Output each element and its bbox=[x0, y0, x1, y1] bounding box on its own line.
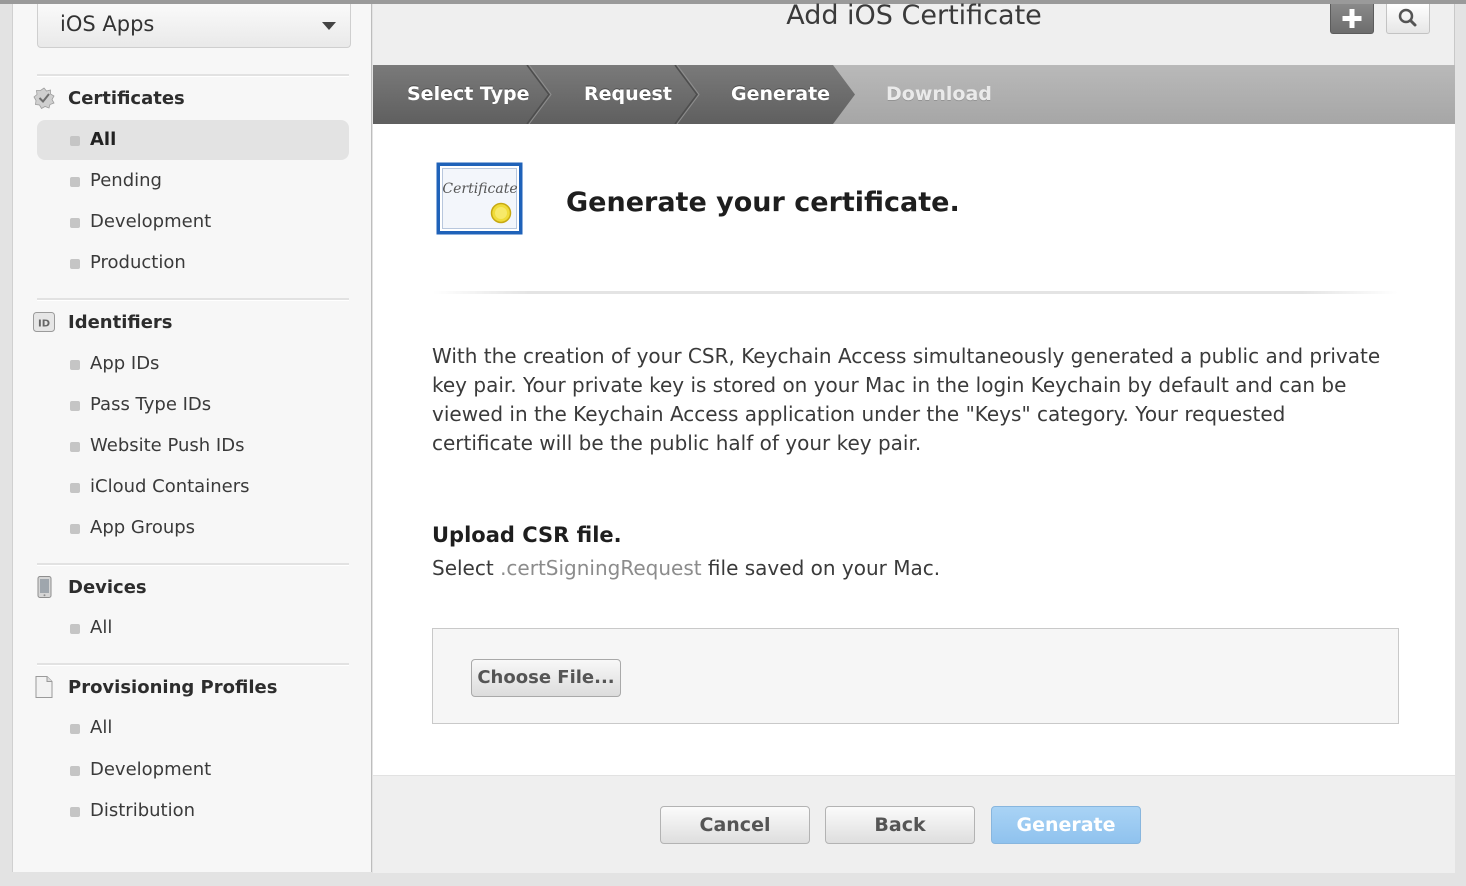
sidebar-item-label: Development bbox=[90, 759, 212, 780]
search-icon bbox=[1398, 8, 1417, 27]
content-panel: Certificate Generate your certificate. W… bbox=[373, 124, 1455, 775]
sidebar-item-certificates-all[interactable]: All bbox=[37, 120, 349, 160]
step-select-type: Select Type bbox=[407, 83, 530, 105]
chevron-down-icon bbox=[322, 22, 336, 30]
file-extension: .certSigningRequest bbox=[500, 556, 702, 580]
upload-heading: Upload CSR file. bbox=[432, 523, 622, 547]
bullet-icon bbox=[70, 360, 80, 370]
sidebar-item-profiles-distribution[interactable]: Distribution bbox=[37, 791, 349, 831]
bullet-icon bbox=[70, 177, 80, 187]
sidebar-item-certificates-development[interactable]: Development bbox=[37, 202, 349, 242]
sidebar-item-label: All bbox=[90, 129, 117, 150]
sidebar-divider bbox=[37, 563, 349, 566]
sidebar-item-website-push-ids[interactable]: Website Push IDs bbox=[37, 426, 349, 466]
bullet-icon bbox=[70, 807, 80, 817]
generate-heading: Generate your certificate. bbox=[566, 187, 960, 218]
sidebar-divider bbox=[37, 298, 349, 301]
document-icon bbox=[35, 676, 53, 698]
sidebar-item-label: Pass Type IDs bbox=[90, 394, 212, 415]
step-request: Request bbox=[584, 83, 672, 105]
plus-icon bbox=[1342, 9, 1362, 28]
sidebar-item-certificates-pending[interactable]: Pending bbox=[37, 161, 349, 201]
upload-sub-suffix: file saved on your Mac. bbox=[701, 556, 941, 580]
sidebar-item-label: Website Push IDs bbox=[90, 435, 245, 456]
upload-sub-prefix: Select bbox=[432, 556, 501, 580]
sidebar-item-label: App Groups bbox=[90, 517, 196, 538]
sidebar-item-devices-all[interactable]: All bbox=[37, 608, 349, 648]
bullet-icon bbox=[70, 524, 80, 534]
generate-button[interactable]: Generate bbox=[991, 806, 1141, 844]
sidebar-item-pass-type-ids[interactable]: Pass Type IDs bbox=[37, 385, 349, 425]
sidebar-item-label: iCloud Containers bbox=[90, 476, 250, 497]
sidebar-item-icloud-containers[interactable]: iCloud Containers bbox=[37, 467, 349, 507]
page-title: Add iOS Certificate bbox=[786, 0, 1042, 31]
sidebar-divider bbox=[37, 663, 349, 666]
app-type-label: iOS Apps bbox=[60, 12, 155, 36]
sidebar-item-profiles-development[interactable]: Development bbox=[37, 750, 349, 790]
bullet-icon bbox=[70, 483, 80, 493]
sidebar-item-app-groups[interactable]: App Groups bbox=[37, 508, 349, 548]
choose-file-button[interactable]: Choose File... bbox=[471, 659, 621, 697]
svg-text:Certificate: Certificate bbox=[442, 181, 517, 197]
explanation-line: key pair. Your private key is stored on … bbox=[432, 373, 1347, 397]
certificate-icon: Certificate bbox=[436, 162, 523, 235]
cancel-button[interactable]: Cancel bbox=[660, 806, 810, 844]
bullet-icon bbox=[70, 136, 80, 146]
bullet-icon bbox=[70, 766, 80, 776]
step-generate: Generate bbox=[731, 83, 831, 105]
footer-actions: Cancel Back Generate bbox=[373, 775, 1455, 873]
sidebar-item-profiles-all[interactable]: All bbox=[37, 708, 349, 748]
sidebar-item-label: Development bbox=[90, 211, 212, 232]
upload-instructions: Select .certSigningRequest file saved on… bbox=[432, 556, 940, 580]
bullet-icon bbox=[70, 724, 80, 734]
sidebar-divider bbox=[37, 74, 349, 77]
sidebar-item-label: All bbox=[90, 717, 113, 738]
sidebar-item-label: Pending bbox=[90, 170, 162, 191]
sidebar-item-label: Production bbox=[90, 252, 186, 273]
sidebar-item-app-ids[interactable]: App IDs bbox=[37, 344, 349, 384]
section-devices-title: Devices bbox=[68, 577, 147, 598]
device-phone-icon bbox=[37, 576, 52, 598]
file-upload-area: Choose File... bbox=[432, 628, 1399, 724]
bullet-icon bbox=[70, 259, 80, 269]
sidebar: iOS Apps Certificates All Pending Develo… bbox=[12, 4, 372, 872]
sidebar-item-certificates-production[interactable]: Production bbox=[37, 243, 349, 283]
app-type-dropdown[interactable]: iOS Apps bbox=[37, 4, 351, 48]
bullet-icon bbox=[70, 442, 80, 452]
explanation-line: certificate will be the public half of y… bbox=[432, 431, 922, 455]
sidebar-item-label: App IDs bbox=[90, 353, 160, 374]
step-progress-bar: Select Type Request Generate Download bbox=[373, 65, 1455, 124]
svg-text:ID: ID bbox=[38, 319, 50, 330]
search-button[interactable] bbox=[1386, 4, 1430, 34]
bullet-icon bbox=[70, 624, 80, 634]
explanation-line: With the creation of your CSR, Keychain … bbox=[432, 344, 1381, 368]
section-certificates-title: Certificates bbox=[68, 88, 185, 109]
bullet-icon bbox=[70, 218, 80, 228]
bullet-icon bbox=[70, 401, 80, 411]
explanation-line: viewed in the Keychain Access applicatio… bbox=[432, 402, 1286, 426]
sidebar-item-label: Distribution bbox=[90, 800, 196, 821]
section-provisioning-title: Provisioning Profiles bbox=[68, 677, 278, 698]
section-identifiers-title: Identifiers bbox=[68, 312, 173, 333]
add-button[interactable] bbox=[1330, 4, 1374, 34]
csr-explanation: With the creation of your CSR, Keychain … bbox=[432, 342, 1382, 458]
sidebar-item-label: All bbox=[90, 617, 113, 638]
certificate-seal-icon bbox=[33, 87, 55, 109]
content-divider bbox=[433, 291, 1398, 294]
step-download: Download bbox=[886, 83, 992, 105]
main-panel: Add iOS Certificate Select Type Request … bbox=[373, 0, 1455, 873]
back-button[interactable]: Back bbox=[825, 806, 975, 844]
id-badge-icon: ID bbox=[33, 312, 55, 332]
